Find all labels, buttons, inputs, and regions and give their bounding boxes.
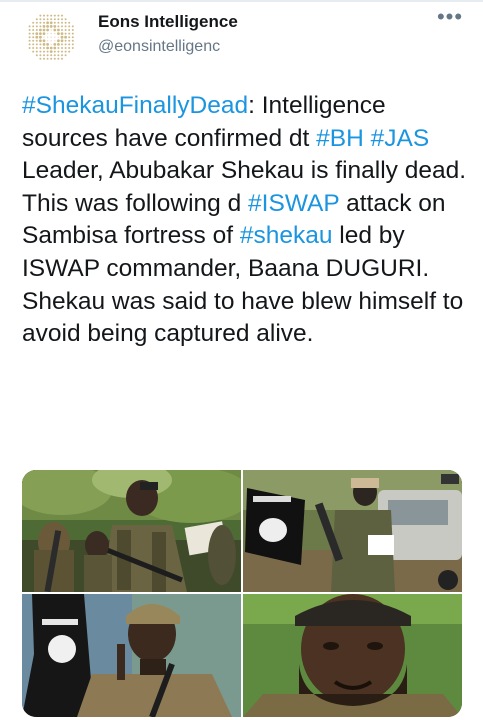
tweet-header: Eons Intelligence @eonsintelligenc ••• (0, 0, 483, 84)
media-photo-2[interactable] (243, 470, 462, 592)
photo-militants-forest (22, 470, 241, 592)
author-avatar[interactable] (22, 8, 80, 66)
photo-flag-vehicle (243, 470, 462, 592)
photo-closeup-man (243, 594, 462, 717)
media-grid (22, 470, 462, 717)
hashtag-link[interactable]: #JAS (371, 125, 430, 152)
media-photo-1[interactable] (22, 470, 241, 592)
more-options-icon[interactable]: ••• (430, 6, 470, 34)
media-photo-4[interactable] (243, 594, 462, 717)
hashtag-link[interactable]: #shekau (240, 222, 333, 249)
hashtag-link[interactable]: #BH (316, 125, 364, 152)
photo-man-flag (22, 594, 241, 717)
hashtag-link[interactable]: #ShekauFinallyDead (22, 92, 248, 119)
dotted-logo-avatar-icon (28, 14, 74, 60)
tweet-text: #ShekauFinallyDead: Intelligence sources… (22, 90, 467, 351)
media-photo-3[interactable] (22, 594, 241, 717)
hashtag-link[interactable]: #ISWAP (248, 190, 339, 217)
author-handle[interactable]: @eonsintelligenc (98, 38, 220, 56)
tweet-text-segment (364, 125, 371, 152)
author-display-name[interactable]: Eons Intelligence (98, 12, 238, 32)
